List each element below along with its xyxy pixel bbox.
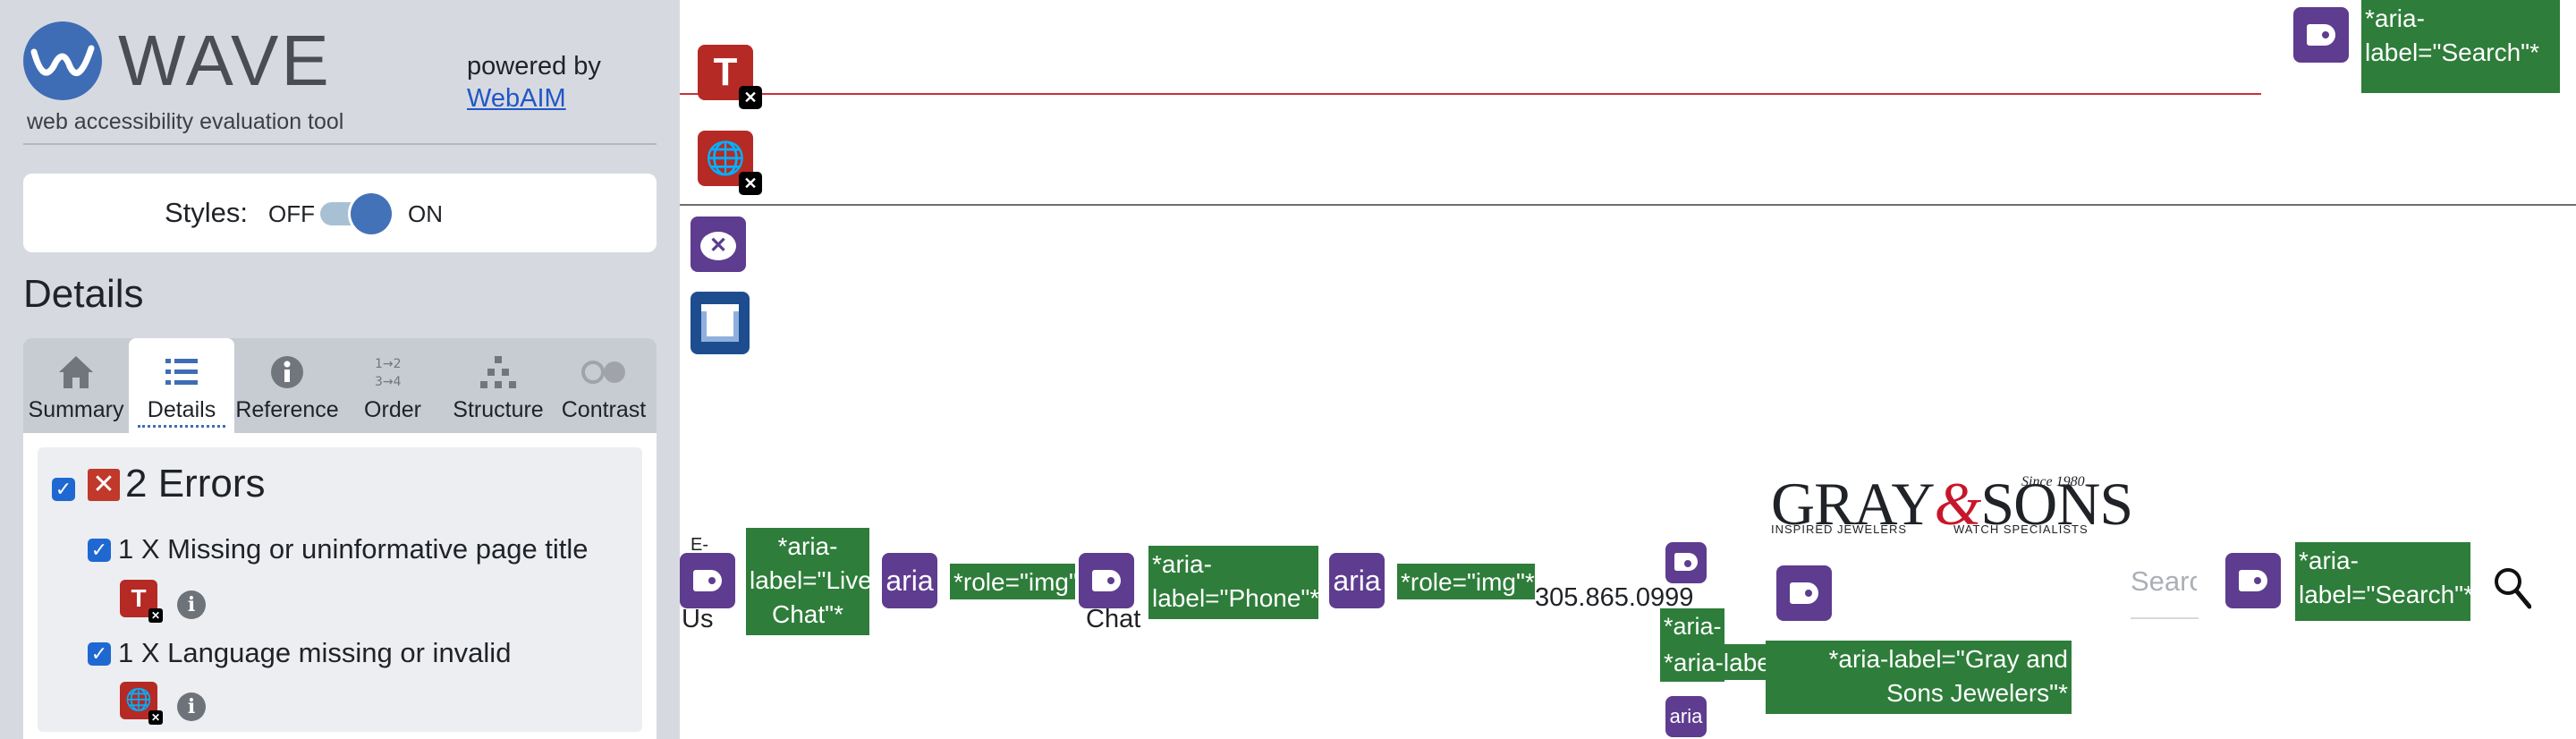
tab-label: Summary [28,397,124,422]
powered-by: powered by WebAIM [467,50,601,115]
svg-text:3→4: 3→4 [375,375,402,389]
page-divider-red [680,93,2261,95]
wave-sidebar: WAVE web accessibility evaluation tool p… [0,0,680,739]
errors-group: ✓ ✕ 2 Errors ✓ 1 X Missing or uninformat… [38,447,642,732]
error-item-language: 1 X Language missing or invalid [118,637,512,668]
language-error-icon[interactable]: 🌐 ✕ [698,131,762,195]
tag-icon[interactable] [1079,553,1134,608]
aria-label-search-top: *aria-label="Search"* [2361,0,2560,93]
page-divider-grey [680,204,2576,206]
wave-logo-icon [23,21,102,100]
tab-order[interactable]: 1→2 3→4 Order [340,338,445,433]
email-us-text-bottom: Us [682,605,714,633]
styles-label: Styles: [165,197,249,228]
aria-icon[interactable]: aria [1329,553,1385,608]
tag-icon[interactable] [680,553,735,608]
contrast-icon [551,351,657,394]
tab-label: Structure [453,397,544,422]
toggle-off-label: OFF [268,200,315,227]
errors-checkbox[interactable]: ✓ [52,478,75,501]
divider [23,143,657,145]
brand-since: Since 1980 [2021,474,2085,489]
styles-toggle-knob[interactable] [351,193,392,234]
role-img-label-2: *role="img"* [1397,564,1535,599]
close-bubble-icon[interactable]: ✕ [691,217,746,272]
wave-tagline: web accessibility evaluation tool [27,109,344,134]
search-underline [2131,617,2199,619]
aria-icon[interactable]: aria [882,553,937,608]
tab-label: Reference [235,397,339,422]
error-item-checkbox[interactable]: ✓ [88,642,111,666]
panel-tabs: Summary Details Reference 1→23→4 Order [23,338,657,433]
styles-toggle-box: Styles: OFF ON [23,174,657,252]
chat-text: Chat [1086,605,1141,633]
tab-structure[interactable]: Structure [445,338,551,433]
language-error-icon[interactable]: 🌐 ✕ [120,682,163,725]
info-icon [234,351,340,394]
info-icon[interactable]: i [177,692,206,721]
search-icon[interactable] [2492,565,2532,610]
aria-label-search-bottom: *aria-label="Search"* [2295,542,2473,621]
info-icon[interactable]: i [177,590,206,619]
tab-label: Details [138,397,225,428]
aria-label-gray-and-sons: *aria-label="Gray and Sons Jewelers"* [1766,641,2072,714]
svg-text:1→2: 1→2 [375,357,402,371]
brand-sub-right: WATCH SPECIALISTS [1953,522,2089,536]
home-icon [23,351,129,394]
aria-icon[interactable]: aria [1665,696,1707,737]
toggle-on-label: ON [408,200,443,227]
tab-details[interactable]: Details [129,338,234,433]
list-icon [129,351,234,394]
tab-label: Order [364,397,421,422]
brand-sub-left: INSPIRED JEWELERS [1771,522,1908,536]
tab-label: Contrast [561,397,647,422]
tag-icon[interactable] [2225,553,2281,608]
error-item-page-title: 1 X Missing or uninformative page title [118,533,589,565]
error-item-checkbox[interactable]: ✓ [88,539,111,562]
tag-icon[interactable] [2293,7,2349,63]
search-input[interactable]: Search [2131,565,2197,598]
details-panel: ✓ ✕ 2 Errors ✓ 1 X Missing or uninformat… [23,433,657,739]
tab-reference[interactable]: Reference [234,338,340,433]
aria-label-phone: *aria-label="Phone"* [1148,546,1319,619]
wave-logo-text: WAVE [118,21,332,100]
details-heading: Details [23,272,144,316]
aria-label-live-chat: *aria-label="Live Chat"* [746,528,872,635]
powered-by-text: powered by [467,52,601,81]
order-icon: 1→2 3→4 [340,351,445,394]
structure-icon [445,351,551,394]
errors-title: 2 Errors [125,462,266,505]
tab-summary[interactable]: Summary [23,338,129,433]
error-icon: ✕ [88,469,120,501]
tab-contrast[interactable]: Contrast [551,338,657,433]
page-title-error-icon[interactable]: T ✕ [698,45,762,109]
tag-icon[interactable] [1665,542,1707,583]
tag-icon[interactable] [1776,565,1832,621]
html5-structure-icon[interactable] [691,292,750,354]
page-title-error-icon[interactable]: T ✕ [120,580,163,623]
role-img-label-1: *role="img"* [950,564,1075,599]
webaim-link[interactable]: WebAIM [467,82,601,115]
